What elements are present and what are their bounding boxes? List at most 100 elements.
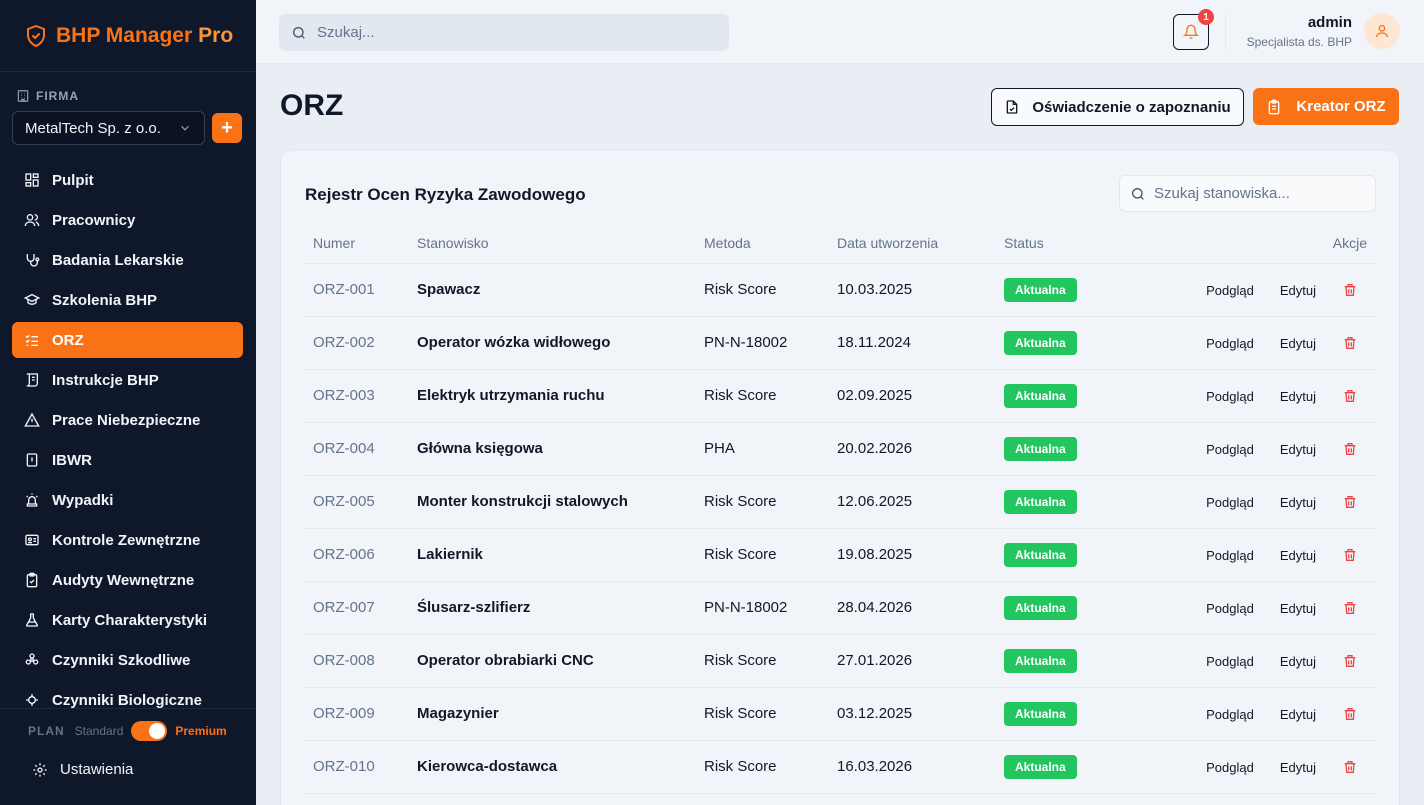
trash-icon[interactable] (1342, 335, 1358, 351)
edit-button[interactable]: Edytuj (1280, 707, 1316, 722)
sidebar-item-prace-niebezpieczne[interactable]: Prace Niebezpieczne (12, 402, 243, 438)
table-row[interactable]: ORZ-001 Spawacz Risk Score 10.03.2025 Aktual… (305, 263, 1376, 317)
position-search[interactable] (1119, 175, 1376, 212)
column-header-stanowisko[interactable]: Stanowisko (409, 223, 696, 264)
cell-position: Lakiernik (409, 528, 696, 582)
brand-suffix: Pro (198, 23, 234, 47)
trash-icon[interactable] (1342, 547, 1358, 563)
sidebar-item-audyty[interactable]: Audyty Wewnętrzne (12, 562, 243, 598)
sidebar-item-badania[interactable]: Badania Lekarskie (12, 242, 243, 278)
sidebar-item-szkolenia[interactable]: Szkolenia BHP (12, 282, 243, 318)
trash-icon[interactable] (1342, 494, 1358, 510)
trash-icon[interactable] (1342, 706, 1358, 722)
trash-icon[interactable] (1342, 600, 1358, 616)
view-button[interactable]: Podgląd (1206, 495, 1254, 510)
table-row[interactable]: ORZ-005 Monter konstrukcji stalowych Risk … (305, 475, 1376, 529)
user-info[interactable]: admin Specjalista ds. BHP (1247, 14, 1352, 49)
sidebar-item-ibwr[interactable]: IBWR (12, 442, 243, 478)
table-row[interactable]: ORZ-006 Lakiernik Risk Score 19.08.2025 Aktu… (305, 528, 1376, 582)
trash-icon[interactable] (1342, 441, 1358, 457)
position-search-input[interactable] (1154, 185, 1374, 202)
sidebar-item-wypadki[interactable]: Wypadki (12, 482, 243, 518)
view-button[interactable]: Podgląd (1206, 548, 1254, 563)
trash-icon[interactable] (1342, 653, 1358, 669)
table-row[interactable]: ORZ-007 Ślusarz-szlifierz PN-N-18002 28.04.… (305, 581, 1376, 635)
global-search[interactable] (279, 14, 729, 51)
company-select[interactable]: MetalTech Sp. z o.o. (12, 111, 205, 145)
table-row[interactable]: ORZ-002 Operator wózka widłowego PN-N-1800… (305, 316, 1376, 370)
cell-method: Risk Score (696, 687, 829, 741)
cell-method: PN-N-18002 (696, 316, 829, 370)
edit-button[interactable]: Edytuj (1280, 336, 1316, 351)
cell-method: PHA (696, 422, 829, 476)
column-header-metoda[interactable]: Metoda (696, 223, 829, 264)
statement-button[interactable]: Oświadczenie o zapoznaniu (991, 88, 1244, 126)
edit-button[interactable]: Edytuj (1280, 495, 1316, 510)
add-company-button[interactable]: + (212, 113, 242, 143)
sidebar-item-label: Instrukcje BHP (52, 371, 159, 389)
sidebar-item-instrukcje[interactable]: Instrukcje BHP (12, 362, 243, 398)
table-row[interactable]: ORZ-003 Elektryk utrzymania ruchu Risk Sco… (305, 369, 1376, 423)
view-button[interactable]: Podgląd (1206, 336, 1254, 351)
cell-date: 02.09.2025 (829, 369, 996, 423)
bell-icon (1183, 24, 1199, 39)
sidebar-nav: Pulpit Pracownicy Badania Lekarskie Szko… (12, 162, 243, 722)
trash-icon[interactable] (1342, 759, 1358, 775)
notifications-button[interactable]: 1 (1173, 9, 1214, 50)
edit-button[interactable]: Edytuj (1280, 654, 1316, 669)
sidebar-item-czynniki-szkodliwe[interactable]: Czynniki Szkodliwe (12, 642, 243, 678)
sidebar-item-kontrole[interactable]: Kontrole Zewnętrzne (12, 522, 243, 558)
view-button[interactable]: Podgląd (1206, 760, 1254, 775)
column-header-status[interactable]: Status (996, 223, 1136, 264)
edit-button[interactable]: Edytuj (1280, 389, 1316, 404)
plan-standard-label: Standard (74, 724, 124, 738)
avatar[interactable] (1364, 13, 1400, 49)
cell-status: Aktualna (996, 634, 1136, 688)
orz-creator-button[interactable]: Kreator ORZ (1253, 88, 1399, 125)
plan-premium-label: Premium (175, 724, 227, 738)
sidebar-item-label: Badania Lekarskie (52, 251, 184, 269)
sidebar-item-pracownicy[interactable]: Pracownicy (12, 202, 243, 238)
sidebar-item-label: ORZ (52, 331, 84, 349)
sidebar-item-label: IBWR (52, 451, 92, 469)
sidebar-item-pulpit[interactable]: Pulpit (12, 162, 243, 198)
cell-status: Aktualna (996, 740, 1136, 794)
edit-button[interactable]: Edytuj (1280, 283, 1316, 298)
settings-link[interactable]: Ustawienia (32, 761, 133, 778)
edit-button[interactable]: Edytuj (1280, 601, 1316, 616)
edit-button[interactable]: Edytuj (1280, 548, 1316, 563)
user-role: Specjalista ds. BHP (1246, 35, 1352, 49)
view-button[interactable]: Podgląd (1206, 601, 1254, 616)
sidebar-item-label: Szkolenia BHP (52, 291, 158, 309)
table-row[interactable]: ORZ-008 Operator obrabiarki CNC Risk Score… (305, 634, 1376, 688)
cell-date: 12.06.2025 (829, 475, 996, 529)
column-header-data[interactable]: Data utworzenia (829, 223, 996, 264)
brand-name: BHP Manager (56, 23, 193, 47)
plan-footer: PLAN Standard Premium Ustawienia (0, 708, 256, 805)
edit-button[interactable]: Edytuj (1280, 760, 1316, 775)
search-input[interactable] (317, 24, 717, 41)
sidebar-item-karty[interactable]: Karty Charakterystyki (12, 602, 243, 638)
table-row[interactable]: ORZ-010 Kierowca-dostawca Risk Score 16.03.… (305, 740, 1376, 794)
cell-method: PN-N-18002 (696, 581, 829, 635)
cell-number: ORZ-005 (305, 475, 409, 529)
table-row[interactable]: ORZ-009 Magazynier Risk Score 03.12.2025 Akt… (305, 687, 1376, 741)
search-icon (293, 26, 305, 39)
sidebar-item-orz[interactable]: ORZ (12, 322, 243, 358)
view-button[interactable]: Podgląd (1206, 283, 1254, 298)
gear-icon (33, 762, 47, 777)
brand-logo[interactable]: BHP Manager Pro (0, 0, 256, 72)
column-header-numer[interactable]: Numer (305, 223, 409, 264)
view-button[interactable]: Podgląd (1206, 389, 1254, 404)
cell-status: Aktualna (996, 369, 1136, 423)
trash-icon[interactable] (1342, 388, 1358, 404)
cell-position: Operator obrabiarki CNC (409, 634, 696, 688)
view-button[interactable]: Podgląd (1206, 654, 1254, 669)
view-button[interactable]: Podgląd (1206, 442, 1254, 457)
table-row[interactable]: ORZ-004 Główna księgowa PHA 20.02.2026 Aktua… (305, 422, 1376, 476)
trash-icon[interactable] (1342, 282, 1358, 298)
plan-toggle[interactable] (131, 721, 168, 741)
view-button[interactable]: Podgląd (1206, 707, 1254, 722)
cell-number: ORZ-001 (305, 263, 409, 317)
edit-button[interactable]: Edytuj (1280, 442, 1316, 457)
